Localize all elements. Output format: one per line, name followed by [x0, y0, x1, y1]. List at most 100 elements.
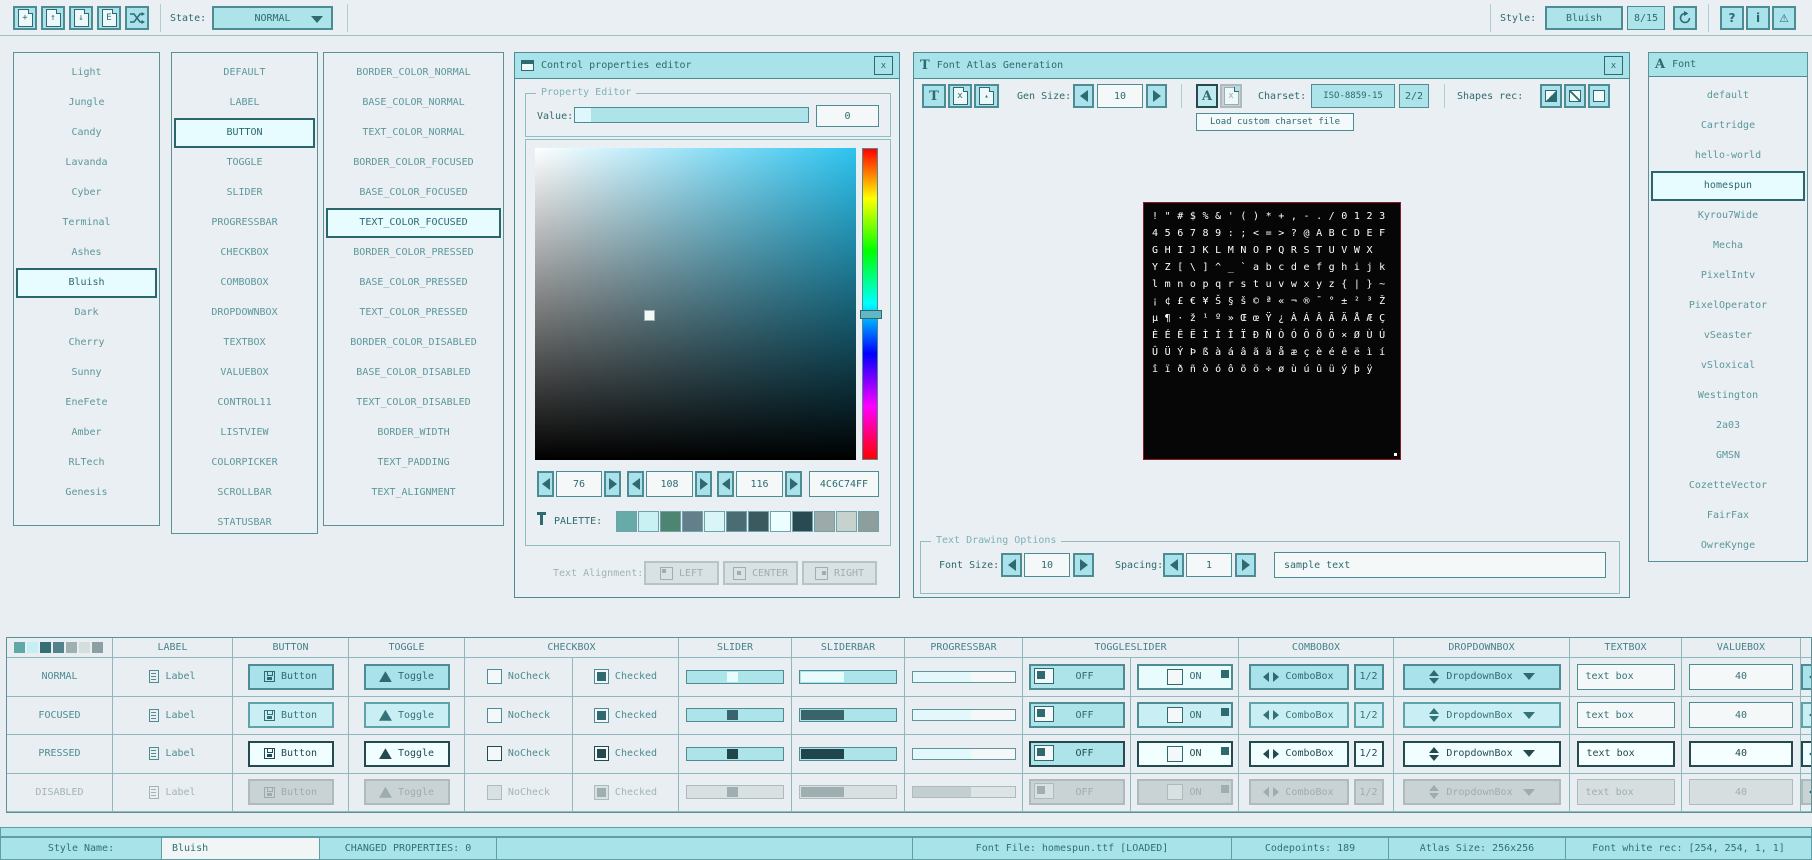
font-size-increase-button[interactable]: [1073, 553, 1094, 577]
blue-value-box[interactable]: 116: [736, 471, 783, 497]
toggleslider-off-preview[interactable]: OFF: [1029, 741, 1125, 767]
font-item-homespun[interactable]: homespun: [1651, 171, 1805, 201]
font-item-2a03[interactable]: 2a03: [1651, 411, 1805, 441]
checkbox-checked-preview[interactable]: Checked: [594, 785, 657, 800]
red-value-box[interactable]: 76: [556, 471, 602, 497]
combobox-button[interactable]: ComboBox: [1249, 779, 1349, 805]
control-item-statusbar[interactable]: STATUSBAR: [174, 508, 315, 538]
slider-preview[interactable]: [686, 747, 784, 761]
color-picker-cursor[interactable]: [644, 310, 655, 321]
font-item-westington[interactable]: Westington: [1651, 381, 1805, 411]
control-item-toggle[interactable]: TOGGLE: [174, 148, 315, 178]
gen-size-increase-button[interactable]: [1146, 84, 1167, 108]
combobox-count[interactable]: 1/2: [1354, 664, 1384, 690]
combobox-button[interactable]: ComboBox: [1249, 664, 1349, 690]
palette-swatch-3[interactable]: [682, 511, 703, 532]
toggleslider-on-preview[interactable]: ON: [1137, 741, 1233, 767]
style-item-light[interactable]: Light: [16, 58, 157, 88]
new-style-button[interactable]: +: [13, 6, 37, 30]
combobox-button[interactable]: ComboBox: [1249, 741, 1349, 767]
font-item-vseaster[interactable]: vSeaster: [1651, 321, 1805, 351]
label-preview[interactable]: Label: [149, 670, 195, 683]
toggle-preview[interactable]: Toggle: [364, 779, 450, 805]
button-preview[interactable]: Button: [248, 741, 334, 767]
toggleslider-on-preview[interactable]: ON: [1137, 702, 1233, 728]
label-preview[interactable]: Label: [149, 786, 195, 799]
style-item-cherry[interactable]: Cherry: [16, 328, 157, 358]
export-style-button[interactable]: E: [97, 6, 121, 30]
red-increase-button[interactable]: [604, 471, 621, 497]
combobox-count[interactable]: 1/2: [1354, 741, 1384, 767]
control-item-listview[interactable]: LISTVIEW: [174, 418, 315, 448]
checkbox-checked-preview[interactable]: Checked: [594, 669, 657, 684]
toggle-preview[interactable]: Toggle: [364, 741, 450, 767]
property-item-border-width[interactable]: BORDER_WIDTH: [326, 418, 501, 448]
shapes-rec-empty-button[interactable]: [1588, 84, 1610, 108]
spacing-decrease-button[interactable]: [1163, 553, 1184, 577]
sample-text-input[interactable]: sample text: [1274, 552, 1606, 578]
property-item-border-color-disabled[interactable]: BORDER_COLOR_DISABLED: [326, 328, 501, 358]
checkbox-unchecked-preview[interactable]: NoCheck: [487, 669, 550, 684]
close-icon[interactable]: x: [874, 56, 893, 75]
label-preview[interactable]: Label: [149, 747, 195, 760]
control-item-scrollbar[interactable]: SCROLLBAR: [174, 478, 315, 508]
dropdownbox-preview[interactable]: DropdownBox: [1403, 702, 1561, 728]
palette-swatch-1[interactable]: [638, 511, 659, 532]
valuebox-preview[interactable]: 40: [1689, 664, 1793, 690]
shapes-rec-diagonal-button[interactable]: [1564, 84, 1586, 108]
property-item-base-color-normal[interactable]: BASE_COLOR_NORMAL: [326, 88, 501, 118]
slider-preview[interactable]: [686, 708, 784, 722]
font-item-kyrou7wide[interactable]: Kyrou7Wide: [1651, 201, 1805, 231]
control-item-textbox[interactable]: TEXTBOX: [174, 328, 315, 358]
align-center-button[interactable]: CENTER: [723, 561, 798, 585]
sliderbar-preview[interactable]: [799, 747, 897, 761]
palette-swatch-9[interactable]: [814, 511, 835, 532]
slider-preview[interactable]: [686, 785, 784, 799]
font-item-cartridge[interactable]: Cartridge: [1651, 111, 1805, 141]
blue-decrease-button[interactable]: [717, 471, 734, 497]
toggleslider-on-preview[interactable]: ON: [1137, 779, 1233, 805]
green-decrease-button[interactable]: [627, 471, 644, 497]
property-item-text-color-normal[interactable]: TEXT_COLOR_NORMAL: [326, 118, 501, 148]
control-item-slider[interactable]: SLIDER: [174, 178, 315, 208]
property-item-base-color-disabled[interactable]: BASE_COLOR_DISABLED: [326, 358, 501, 388]
control-item-dropdownbox[interactable]: DROPDOWNBOX: [174, 298, 315, 328]
toggleslider-off-preview[interactable]: OFF: [1029, 664, 1125, 690]
font-item-hello-world[interactable]: hello-world: [1651, 141, 1805, 171]
property-item-text-color-pressed[interactable]: TEXT_COLOR_PRESSED: [326, 298, 501, 328]
font-item-vsloxical[interactable]: vSloxical: [1651, 351, 1805, 381]
button-preview[interactable]: Button: [248, 779, 334, 805]
horizontal-scrollbar[interactable]: [0, 827, 1812, 837]
info-button[interactable]: i: [1746, 6, 1770, 30]
clear-charset-button[interactable]: x: [1220, 84, 1242, 108]
font-item-fairfax[interactable]: FairFax: [1651, 501, 1805, 531]
palette-swatch-0[interactable]: [616, 511, 637, 532]
load-style-button[interactable]: ↑: [41, 6, 65, 30]
property-item-text-color-disabled[interactable]: TEXT_COLOR_DISABLED: [326, 388, 501, 418]
slider-handle[interactable]: [727, 672, 738, 682]
clear-font-button[interactable]: x: [948, 84, 972, 108]
toggle-preview[interactable]: Toggle: [364, 664, 450, 690]
combobox-count[interactable]: 1/2: [1354, 779, 1384, 805]
checkbox-checked-preview[interactable]: Checked: [594, 746, 657, 761]
green-increase-button[interactable]: [695, 471, 712, 497]
slider-handle[interactable]: [727, 710, 738, 720]
valuebox-preview[interactable]: 40: [1689, 779, 1793, 805]
issue-button[interactable]: ⚠: [1772, 6, 1796, 30]
green-value-box[interactable]: 108: [646, 471, 693, 497]
sliderbar-preview[interactable]: [799, 708, 897, 722]
value-box[interactable]: 0: [816, 105, 879, 127]
style-item-sunny[interactable]: Sunny: [16, 358, 157, 388]
control-item-combobox[interactable]: COMBOBOX: [174, 268, 315, 298]
font-text-button[interactable]: T: [922, 84, 946, 108]
save-style-button[interactable]: ↓: [69, 6, 93, 30]
property-item-border-color-normal[interactable]: BORDER_COLOR_NORMAL: [326, 58, 501, 88]
style-item-cyber[interactable]: Cyber: [16, 178, 157, 208]
spinner-preview[interactable]: [1801, 779, 1812, 805]
style-item-ashes[interactable]: Ashes: [16, 238, 157, 268]
style-item-terminal[interactable]: Terminal: [16, 208, 157, 238]
hue-handle[interactable]: [860, 310, 882, 319]
control-item-default[interactable]: DEFAULT: [174, 58, 315, 88]
sliderbar-preview[interactable]: [799, 785, 897, 799]
dropdownbox-preview[interactable]: DropdownBox: [1403, 664, 1561, 690]
